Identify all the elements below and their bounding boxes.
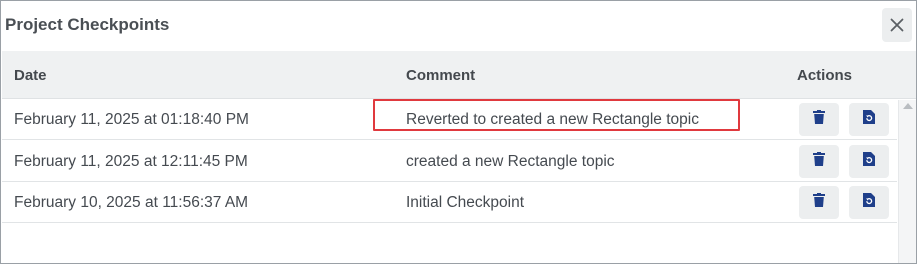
restore-checkpoint-button[interactable] <box>849 103 889 136</box>
dialog-title: Project Checkpoints <box>5 15 170 34</box>
restore-icon <box>863 110 875 129</box>
header-date: Date <box>14 67 47 84</box>
trash-icon <box>813 110 825 129</box>
checkpoints-dialog: Project Checkpoints Date Comment Actions… <box>0 0 917 264</box>
trash-icon <box>813 152 825 171</box>
row-comment: created a new Rectangle topic <box>406 153 615 170</box>
table-row: February 11, 2025 at 01:18:40 PM Reverte… <box>2 99 897 140</box>
header-actions: Actions <box>797 67 853 84</box>
row-date: February 11, 2025 at 01:18:40 PM <box>14 111 249 128</box>
close-icon <box>890 18 904 32</box>
table-row: February 11, 2025 at 12:11:45 PM created… <box>2 141 897 182</box>
restore-icon <box>863 152 875 171</box>
checkpoints-table: Date Comment Actions February 11, 2025 a… <box>2 51 916 263</box>
close-button[interactable] <box>882 8 912 42</box>
header-comment: Comment <box>406 67 476 84</box>
row-comment: Initial Checkpoint <box>406 194 525 211</box>
table-row: February 10, 2025 at 11:56:37 AM Initial… <box>2 182 897 223</box>
row-date: February 10, 2025 at 11:56:37 AM <box>14 194 249 211</box>
trash-icon <box>813 193 825 212</box>
delete-checkpoint-button[interactable] <box>799 103 839 136</box>
row-date: February 11, 2025 at 12:11:45 PM <box>14 153 248 170</box>
restore-checkpoint-button[interactable] <box>849 145 889 178</box>
delete-checkpoint-button[interactable] <box>799 145 839 178</box>
vertical-scrollbar[interactable] <box>898 100 916 263</box>
row-comment: Reverted to created a new Rectangle topi… <box>406 111 699 128</box>
delete-checkpoint-button[interactable] <box>799 186 839 219</box>
restore-icon <box>863 193 875 212</box>
restore-checkpoint-button[interactable] <box>849 186 889 219</box>
table-header: Date Comment Actions <box>2 51 916 99</box>
scroll-up-arrow-icon[interactable] <box>903 103 913 109</box>
